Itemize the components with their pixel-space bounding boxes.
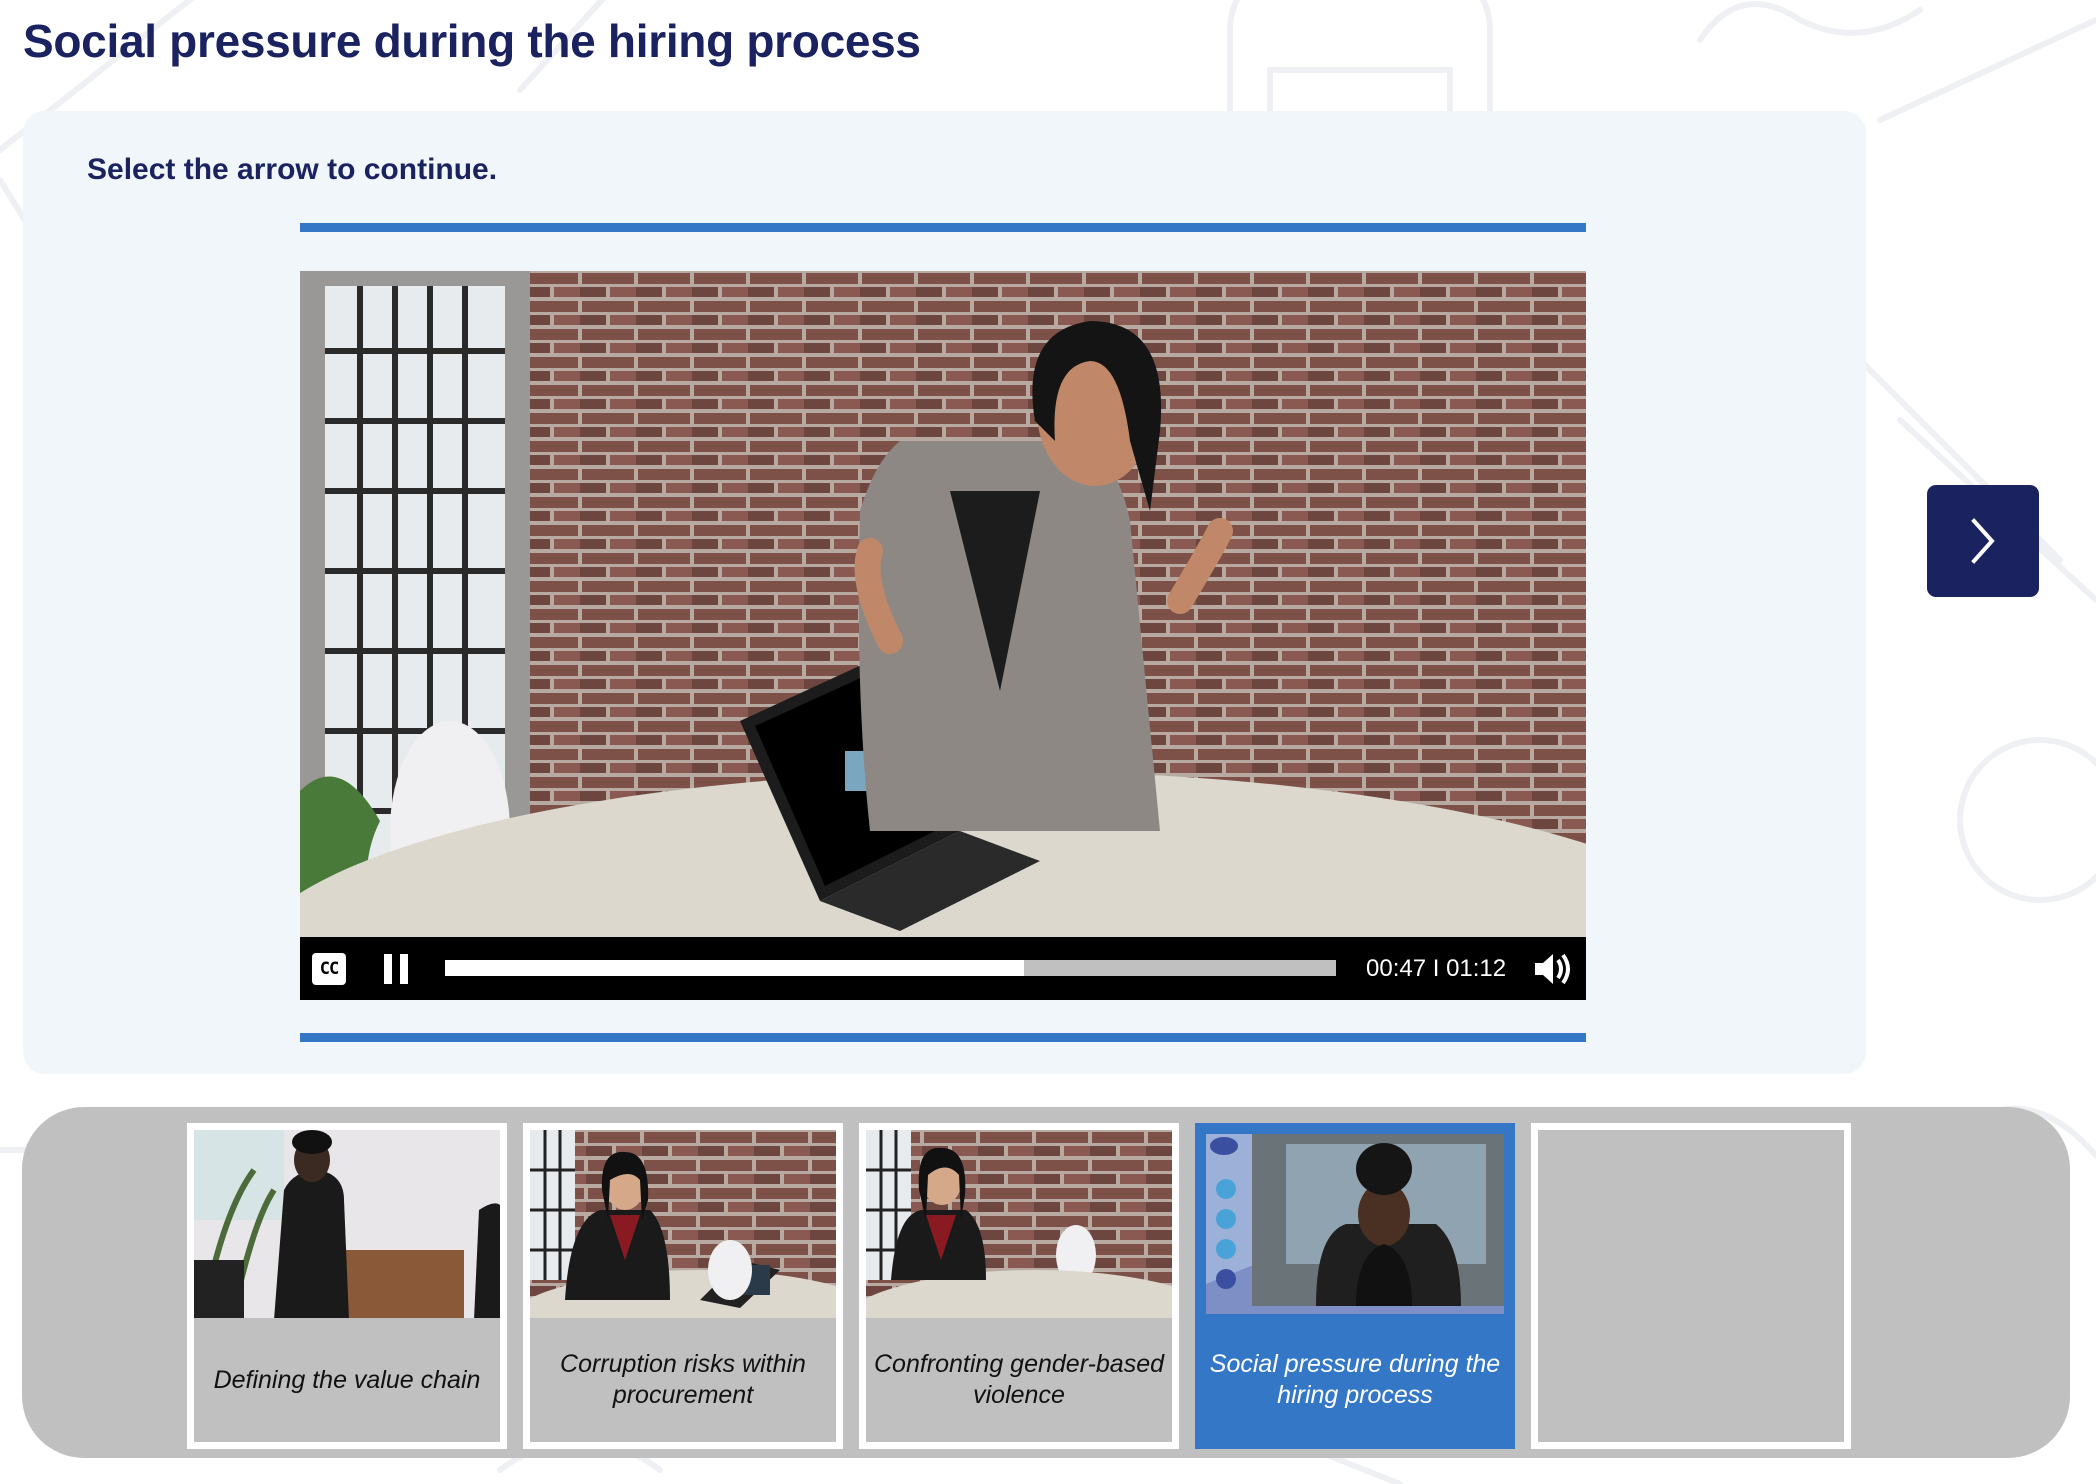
card-label: Social pressure during the hiring proces… [1209,1350,1501,1409]
video-controls: CC 00:47 I 01:12 [300,937,1586,1000]
volume-icon [1535,953,1570,985]
carousel-card-empty[interactable] [1531,1123,1851,1449]
card-thumbnail [530,1130,836,1318]
card-label [1538,1318,1844,1442]
card-label: Corruption risks within procurement [560,1350,806,1409]
closed-captions-icon: CC [319,959,340,979]
card-thumbnail [194,1130,500,1318]
instruction-text: Select the arrow to continue. [87,153,498,186]
closed-captions-button[interactable]: CC [312,953,346,985]
bottom-divider [300,1033,1586,1042]
top-divider [300,223,1586,232]
carousel-card-active[interactable]: Social pressure during the hiring proces… [1195,1123,1515,1449]
card-thumbnail [1206,1134,1504,1314]
progress-slider[interactable] [445,960,1336,976]
card-label: Confronting gender-based violence [873,1350,1165,1409]
content-panel: Select the arrow to continue. CC 00:47 I… [23,111,1866,1074]
pause-icon-bar [400,954,408,984]
card-label: Defining the value chain [213,1365,481,1394]
video-player[interactable]: CC 00:47 I 01:12 [300,271,1586,1000]
card-thumbnail [866,1130,1172,1318]
page-title: Social pressure during the hiring proces… [23,15,921,67]
next-button[interactable] [1927,485,2039,597]
pause-button[interactable] [382,954,410,984]
time-display: 00:47 I 01:12 [1366,955,1507,982]
progress-played [445,960,1025,976]
video-frame [300,271,1586,937]
pause-icon [384,954,392,984]
volume-button[interactable] [1533,951,1573,987]
carousel-card[interactable]: Defining the value chain [187,1123,507,1449]
carousel-card[interactable]: Corruption risks within procurement [523,1123,843,1449]
carousel-card[interactable]: Confronting gender-based violence [859,1123,1179,1449]
chevron-right-icon [1971,518,1995,564]
lesson-carousel: Defining the value chain Corruption risk… [22,1107,2070,1458]
